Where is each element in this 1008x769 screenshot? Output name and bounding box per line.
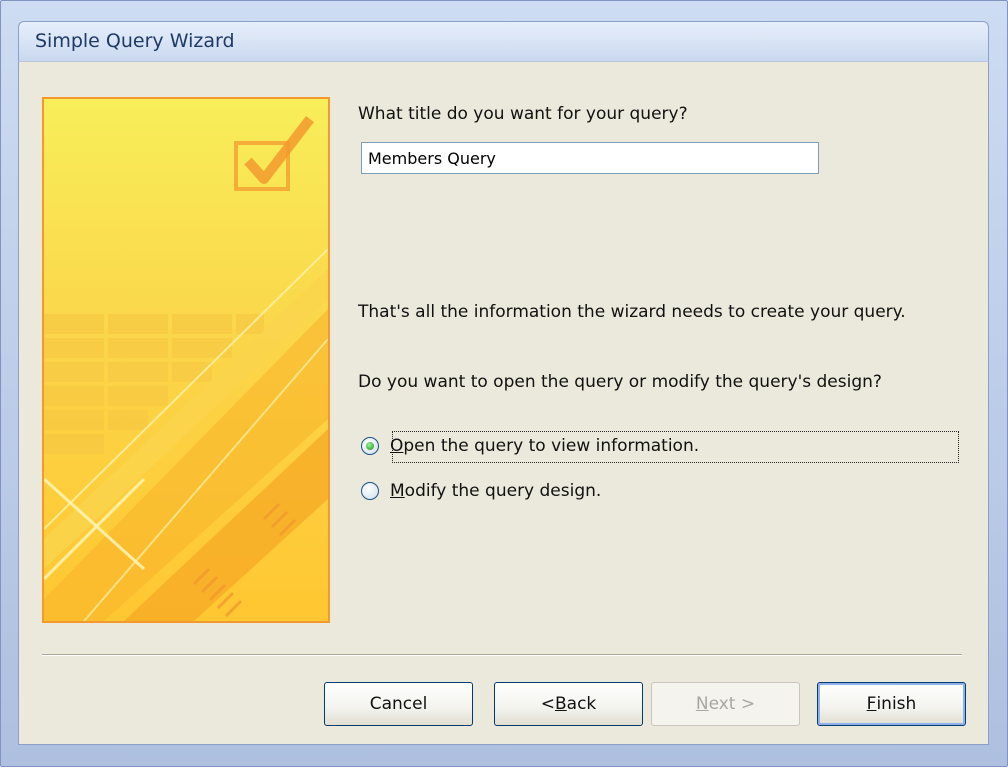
wizard-illustration-art — [44, 115, 328, 621]
radio-selected-icon[interactable] — [361, 437, 379, 455]
radio-unselected-icon[interactable] — [361, 482, 379, 500]
wizard-illustration — [42, 97, 330, 623]
dialog-frame: Simple Query Wizard What title do you wa… — [0, 0, 1008, 767]
radio-modify-design-label[interactable]: Modify the query design. — [387, 481, 604, 501]
radio-open-query[interactable]: Open the query to view information. — [361, 431, 702, 461]
cancel-button[interactable]: Cancel — [324, 682, 473, 726]
query-title-input[interactable] — [361, 142, 819, 174]
dialog-titlebar[interactable]: Simple Query Wizard — [18, 21, 989, 62]
button-separator — [42, 654, 962, 656]
open-or-modify-prompt: Do you want to open the query or modify … — [358, 372, 882, 392]
checkbox-check-icon — [234, 115, 314, 191]
radio-open-query-label[interactable]: Open the query to view information. — [387, 436, 702, 456]
title-question-label: What title do you want for your query? — [358, 104, 688, 124]
finish-button[interactable]: Finish — [817, 682, 966, 726]
radio-modify-design[interactable]: Modify the query design. — [361, 476, 604, 506]
back-button[interactable]: < Back — [494, 682, 643, 726]
dialog-title: Simple Query Wizard — [35, 30, 235, 52]
next-button[interactable]: Next > — [651, 682, 800, 726]
dialog-client-area: What title do you want for your query? T… — [18, 61, 989, 745]
info-text: That's all the information the wizard ne… — [358, 302, 906, 322]
